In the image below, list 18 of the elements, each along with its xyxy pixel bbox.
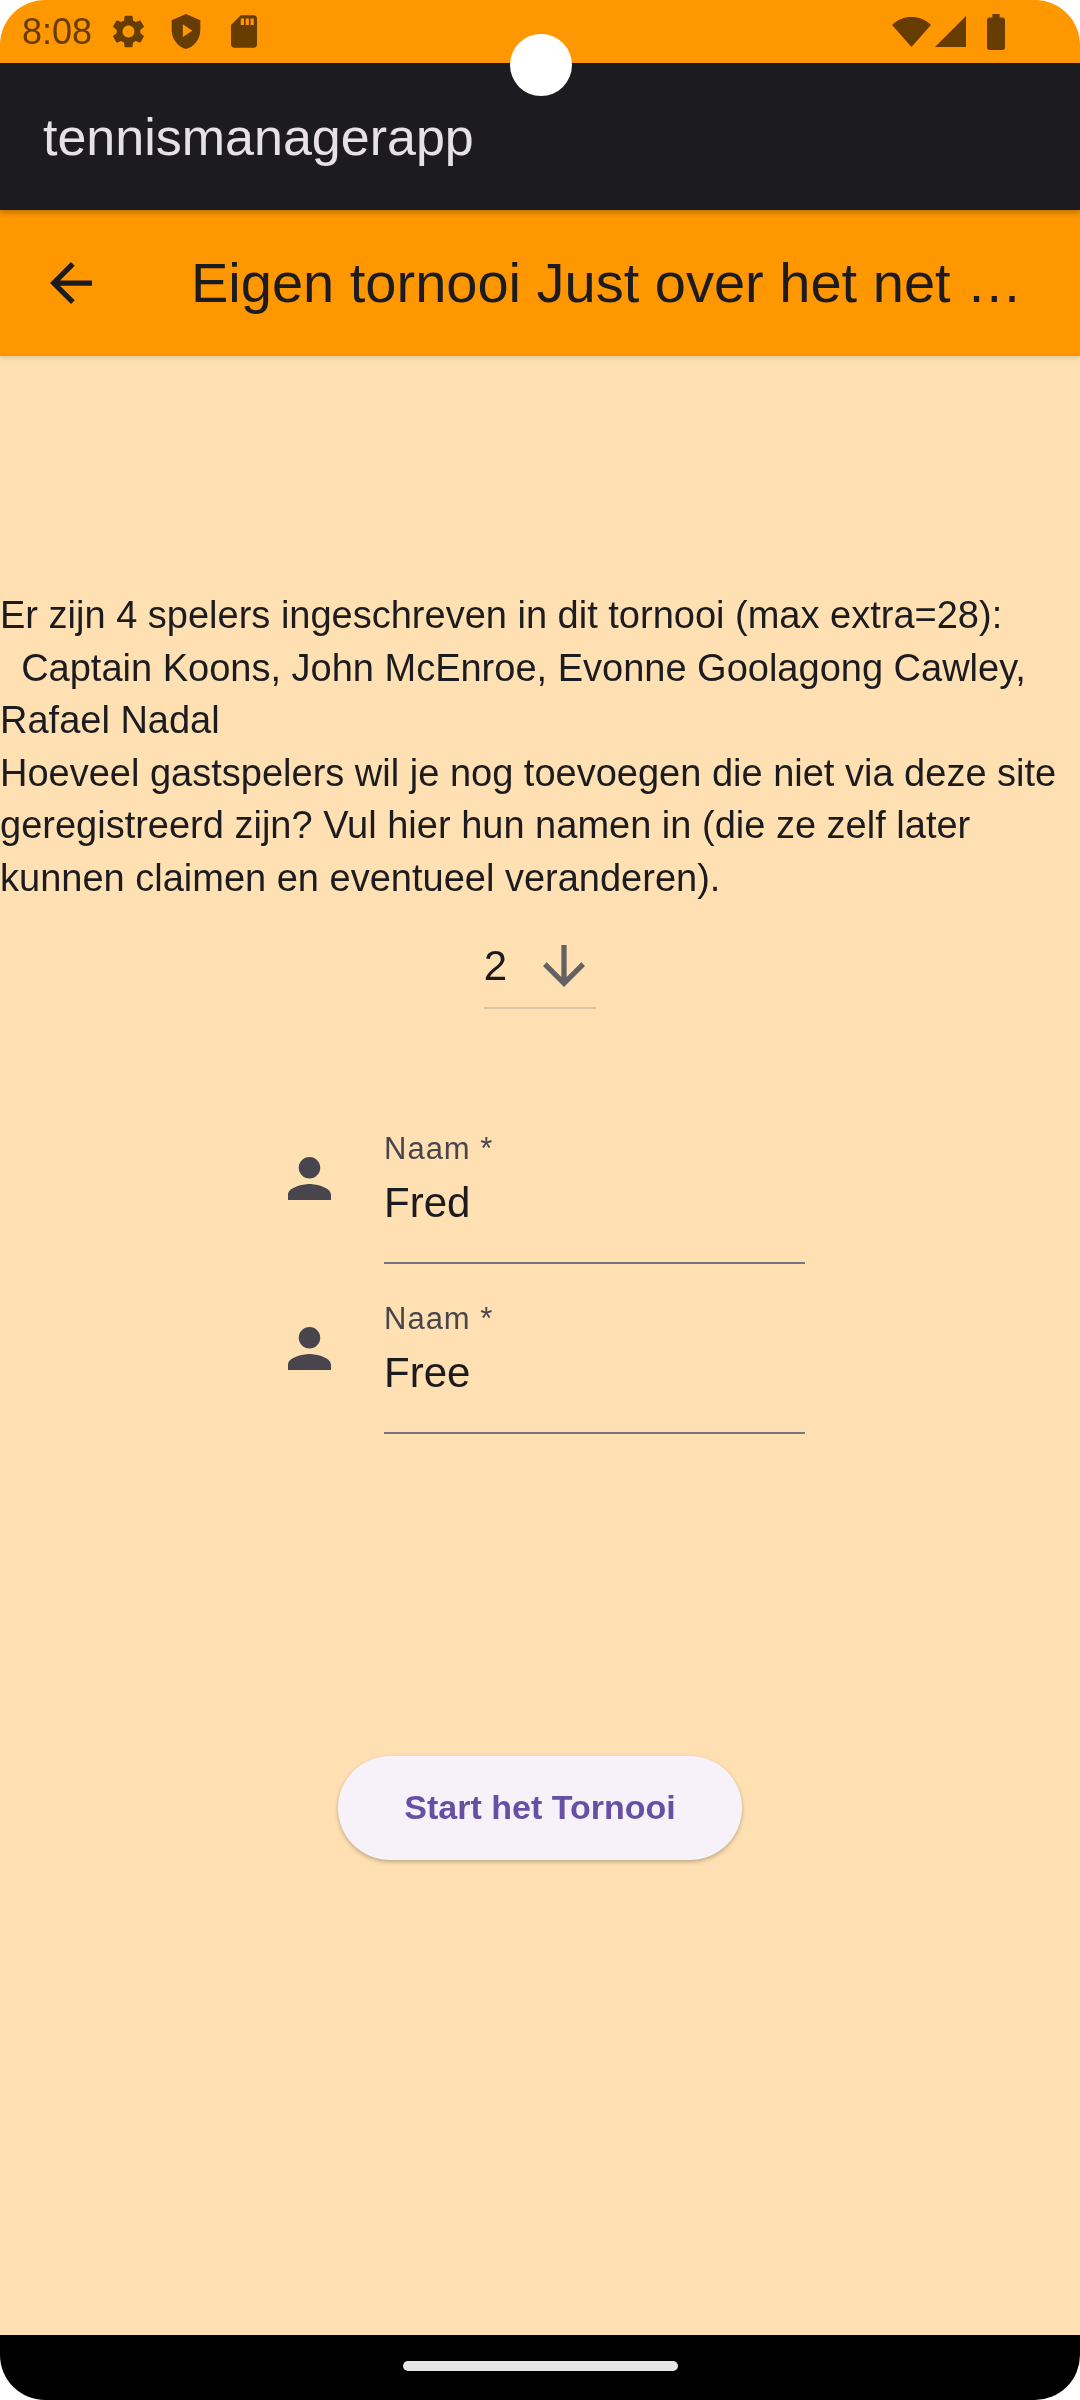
status-time: 8:08 (22, 11, 93, 52)
guest-count-dropdown[interactable]: 2 (483, 924, 597, 1009)
intro-text: Er zijn 4 spelers ingeschreven in dit tornooi (max extra=28): Captain Koons, John McEnroe, Evonne Goolagong Cawley, Rafael Nadal Hoeveel gastspelers wil je nog toevoegen die niet via deze site geregistreerd zijn? Vul hier hun namen in (die ze zelf later kunnen claimen en eventueel veranderen). (0, 593, 1058, 901)
wifi-icon (892, 16, 931, 47)
gear-icon (113, 15, 145, 48)
back-arrow-icon (50, 262, 92, 304)
person-icon (288, 1156, 331, 1200)
page-title: Eigen tornooi Just over het net … (191, 250, 1023, 316)
shield-play-icon (171, 14, 202, 49)
app-title: tennismanagerapp (43, 106, 474, 167)
name-field[interactable]: Naam * Free (384, 1294, 805, 1434)
signal-icon (935, 16, 966, 47)
battery-icon (986, 13, 1006, 50)
sd-card-icon (231, 15, 258, 48)
name-field[interactable]: Naam * Fred (384, 1124, 805, 1264)
start-tournament-button[interactable]: Start het Tornooi (338, 1755, 742, 1860)
person-icon (288, 1326, 331, 1370)
arrow-down-icon (543, 944, 586, 987)
